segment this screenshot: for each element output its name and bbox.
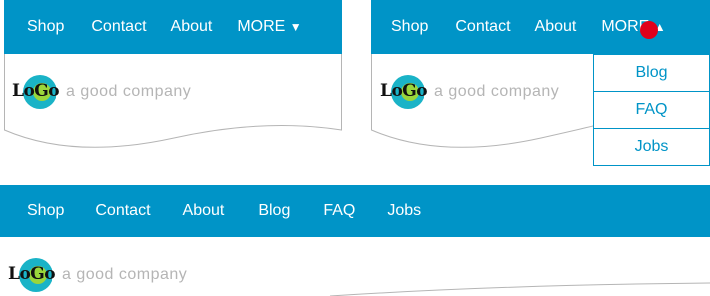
- logo-mark: LoGo: [8, 255, 56, 295]
- nav-bar: Shop Contact About Blog FAQ Jobs: [0, 185, 710, 237]
- nav-link-contact[interactable]: Contact: [91, 18, 146, 36]
- logo: LoGo a good company: [380, 72, 560, 112]
- dropdown-item-faq[interactable]: FAQ: [594, 91, 709, 128]
- dropdown-item-blog[interactable]: Blog: [594, 55, 709, 91]
- narrow-menu-open: Shop Contact About MORE ▲ LoGo a good co…: [371, 0, 710, 166]
- more-menu-button[interactable]: MORE ▼: [237, 18, 301, 36]
- nav-bar: Shop Contact About MORE ▼: [4, 0, 342, 54]
- nav-link-about[interactable]: About: [535, 18, 577, 36]
- more-dropdown: Blog FAQ Jobs: [593, 54, 710, 166]
- nav-link-shop[interactable]: Shop: [27, 202, 64, 220]
- nav-link-faq[interactable]: FAQ: [323, 202, 355, 220]
- wide-menu: Shop Contact About Blog FAQ Jobs LoGo a …: [0, 185, 710, 296]
- more-label: MORE: [237, 18, 286, 35]
- tagline: a good company: [434, 83, 560, 100]
- nav-link-about[interactable]: About: [171, 18, 213, 36]
- logo: LoGo a good company: [12, 72, 192, 112]
- nav-link-shop[interactable]: Shop: [391, 18, 428, 36]
- narrow-menu-collapsed: Shop Contact About MORE ▼ LoGo a good co…: [4, 0, 342, 150]
- nav-link-shop[interactable]: Shop: [27, 18, 64, 36]
- pointer-cursor: [640, 21, 658, 39]
- tagline: a good company: [66, 83, 192, 100]
- dropdown-item-jobs[interactable]: Jobs: [594, 128, 709, 165]
- nav-link-about[interactable]: About: [183, 202, 225, 220]
- nav-link-contact[interactable]: Contact: [455, 18, 510, 36]
- tagline: a good company: [62, 266, 188, 283]
- logo-text: LoGo: [12, 81, 60, 101]
- nav-link-blog[interactable]: Blog: [258, 202, 290, 220]
- logo: LoGo a good company: [8, 255, 188, 295]
- nav-link-contact[interactable]: Contact: [95, 202, 150, 220]
- chevron-down-icon: ▼: [289, 20, 302, 34]
- nav-bar: Shop Contact About MORE ▲: [371, 0, 710, 54]
- logo-mark: LoGo: [12, 72, 60, 112]
- nav-link-jobs[interactable]: Jobs: [387, 202, 421, 220]
- logo-text: LoGo: [380, 81, 428, 101]
- logo-text: LoGo: [8, 264, 56, 284]
- logo-mark: LoGo: [380, 72, 428, 112]
